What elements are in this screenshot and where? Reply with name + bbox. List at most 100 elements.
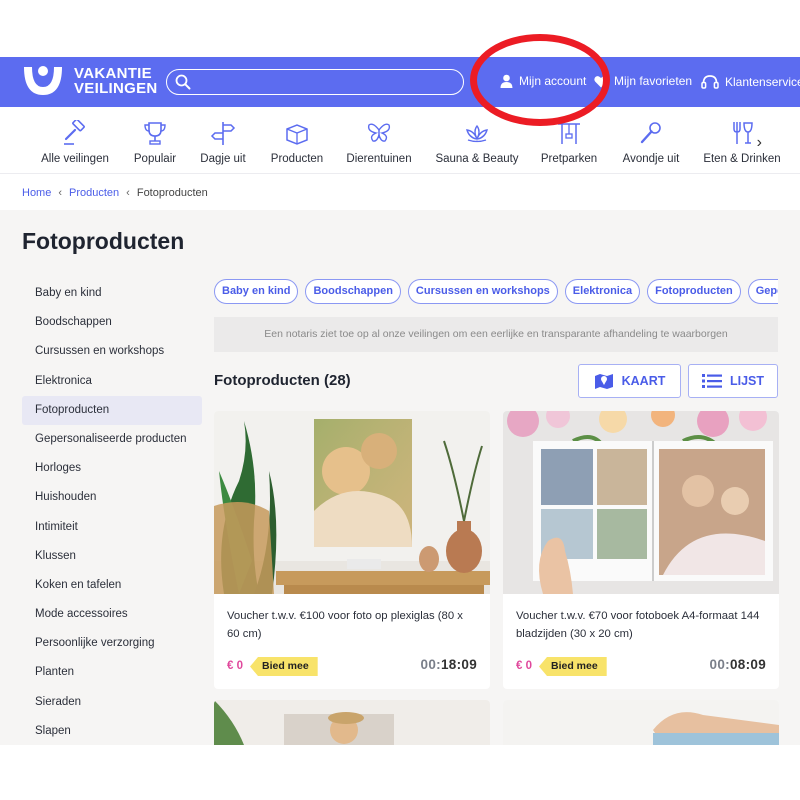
timer-rest: 18:09 bbox=[440, 657, 477, 672]
sidebar-item[interactable]: Planten bbox=[22, 658, 202, 687]
sidebar-item[interactable]: Mode accessoires bbox=[22, 600, 202, 629]
filter-chip[interactable]: Elektronica bbox=[564, 279, 641, 304]
sidebar-item[interactable]: Elektronica bbox=[22, 367, 202, 396]
sidebar-item[interactable]: Persoonlijke verzorging bbox=[22, 629, 202, 658]
bid-button[interactable]: Bied mee bbox=[250, 657, 318, 676]
breadcrumb: Home ‹ Producten ‹ Fotoproducten bbox=[22, 187, 208, 199]
top-header: VAKANTIE VEILINGEN Mijn account Mijn fav… bbox=[0, 57, 800, 107]
product-price: € 0 bbox=[227, 660, 243, 672]
product-price: € 0 bbox=[516, 660, 532, 672]
category-label: Avondje uit bbox=[622, 153, 680, 165]
category-label: Pretparken bbox=[540, 153, 598, 165]
annotation-ring bbox=[470, 34, 610, 126]
customer-service-label: Klantenservice bbox=[725, 75, 800, 89]
category-all-auctions[interactable]: Alle veilingen bbox=[30, 120, 120, 165]
filter-chips: Baby en kind Boodschappen Cursussen en wor… bbox=[214, 279, 778, 305]
category-label: Producten bbox=[270, 153, 324, 165]
logo[interactable]: VAKANTIE VEILINGEN bbox=[20, 63, 158, 99]
category-sauna-beauty[interactable]: Sauna & Beauty bbox=[432, 120, 522, 165]
trophy-icon bbox=[144, 122, 166, 145]
sidebar-item[interactable]: Klussen bbox=[22, 542, 202, 571]
product-image-photobook[interactable] bbox=[503, 411, 779, 594]
category-label: Dagje uit bbox=[200, 153, 246, 165]
lotus-icon bbox=[466, 124, 488, 143]
signpost-icon bbox=[210, 122, 236, 145]
breadcrumb-products[interactable]: Producten bbox=[69, 187, 119, 199]
product-card[interactable]: Voucher t.w.v. €100 voor foto op plexigl… bbox=[214, 411, 490, 689]
category-products[interactable]: Producten bbox=[252, 120, 342, 165]
countdown-timer: 00:18:09 bbox=[421, 657, 477, 672]
map-view-label: KAART bbox=[621, 374, 666, 388]
search-icon bbox=[175, 74, 191, 90]
sidebar-item[interactable]: Boodschappen bbox=[22, 308, 202, 337]
main-content: Fotoproducten Baby en kind Boodschappen Cu… bbox=[0, 210, 800, 745]
logo-text: VAKANTIE VEILINGEN bbox=[74, 66, 158, 96]
filter-chip[interactable]: Gepersonaliseerde producten bbox=[747, 279, 778, 304]
map-icon bbox=[594, 374, 613, 389]
category-label: Alle veilingen bbox=[41, 153, 109, 165]
product-card[interactable]: Voucher t.w.v. €70 voor fotoboek A4-form… bbox=[503, 411, 779, 689]
sidebar-item[interactable]: Cursussen en workshops bbox=[22, 337, 202, 366]
list-view-label: LIJST bbox=[729, 374, 765, 388]
category-zoos[interactable]: Dierentuinen bbox=[334, 120, 424, 165]
sidebar-item[interactable]: Gepersonaliseerde producten bbox=[22, 425, 202, 454]
results-title: Fotoproducten (28) bbox=[214, 372, 351, 389]
headset-icon bbox=[701, 75, 719, 89]
timer-hours: 00: bbox=[420, 657, 441, 672]
sidebar-item[interactable]: Intimiteit bbox=[22, 513, 202, 542]
chevron-left-icon: ‹ bbox=[126, 187, 130, 199]
product-card-partial[interactable] bbox=[503, 700, 779, 745]
category-sidebar: Baby en kind Boodschappen Cursussen en wor… bbox=[22, 279, 202, 746]
filter-chip[interactable]: Baby en kind bbox=[214, 279, 299, 304]
product-image-partial bbox=[214, 700, 490, 745]
category-label: Populair bbox=[133, 153, 177, 165]
filter-chip[interactable]: Boodschappen bbox=[305, 279, 401, 304]
category-label: Dierentuinen bbox=[346, 153, 412, 165]
page-title: Fotoproducten bbox=[22, 228, 185, 254]
category-label: Sauna & Beauty bbox=[435, 153, 519, 165]
chevron-left-icon: ‹ bbox=[58, 187, 63, 199]
package-icon bbox=[286, 124, 308, 145]
category-evening-out[interactable]: Avondje uit bbox=[606, 120, 696, 165]
customer-service-link[interactable]: Klantenservice bbox=[701, 74, 800, 90]
product-image-plexiglass[interactable] bbox=[214, 411, 490, 594]
timer-hours: 00: bbox=[709, 657, 730, 672]
category-food-drinks[interactable]: Eten & Drinken bbox=[697, 120, 787, 165]
product-image-partial bbox=[503, 700, 779, 745]
search-input[interactable] bbox=[166, 69, 464, 95]
category-bar: Alle veilingen Populair Dagje uit Produc… bbox=[0, 108, 800, 174]
filter-chip[interactable]: Cursussen en workshops bbox=[407, 279, 558, 304]
logo-line-2: VEILINGEN bbox=[74, 80, 158, 97]
map-view-button[interactable]: KAART bbox=[578, 364, 681, 398]
product-title[interactable]: Voucher t.w.v. €100 voor foto op plexigl… bbox=[227, 607, 477, 643]
logo-line-1: VAKANTIE bbox=[74, 65, 152, 82]
product-title[interactable]: Voucher t.w.v. €70 voor fotoboek A4-form… bbox=[516, 607, 766, 643]
product-card-partial[interactable] bbox=[214, 700, 490, 745]
sidebar-item[interactable]: Sieraden bbox=[22, 688, 202, 717]
sidebar-item[interactable]: Huishouden bbox=[22, 483, 202, 512]
breadcrumb-home[interactable]: Home bbox=[22, 187, 51, 199]
sidebar-item[interactable]: Slapen bbox=[22, 717, 202, 746]
category-label: Eten & Drinken bbox=[703, 153, 781, 165]
cutlery-icon bbox=[733, 122, 753, 144]
photobook-image bbox=[503, 411, 779, 594]
chevron-right-icon[interactable]: › bbox=[757, 134, 762, 152]
bid-button[interactable]: Bied mee bbox=[539, 657, 607, 676]
microphone-icon bbox=[640, 122, 661, 144]
timer-rest: 08:09 bbox=[729, 657, 766, 672]
sidebar-item[interactable]: Koken en tafelen bbox=[22, 571, 202, 600]
sidebar-item[interactable]: Fotoproducten bbox=[22, 395, 202, 425]
filter-chip[interactable]: Fotoproducten bbox=[647, 279, 741, 304]
logo-icon bbox=[24, 66, 62, 95]
butterfly-icon bbox=[367, 123, 391, 142]
sidebar-item[interactable]: Baby en kind bbox=[22, 279, 202, 308]
countdown-timer: 00:08:09 bbox=[710, 657, 766, 672]
plexiglass-photo-image bbox=[214, 411, 490, 594]
list-icon bbox=[701, 374, 722, 388]
category-theme-parks[interactable]: Pretparken bbox=[524, 120, 614, 165]
list-view-button[interactable]: LIJST bbox=[688, 364, 778, 398]
breadcrumb-current: Fotoproducten bbox=[136, 187, 208, 199]
auction-hammer-icon bbox=[64, 120, 85, 145]
notary-notice: Een notaris ziet toe op al onze veilinge… bbox=[214, 317, 778, 352]
sidebar-item[interactable]: Horloges bbox=[22, 454, 202, 483]
